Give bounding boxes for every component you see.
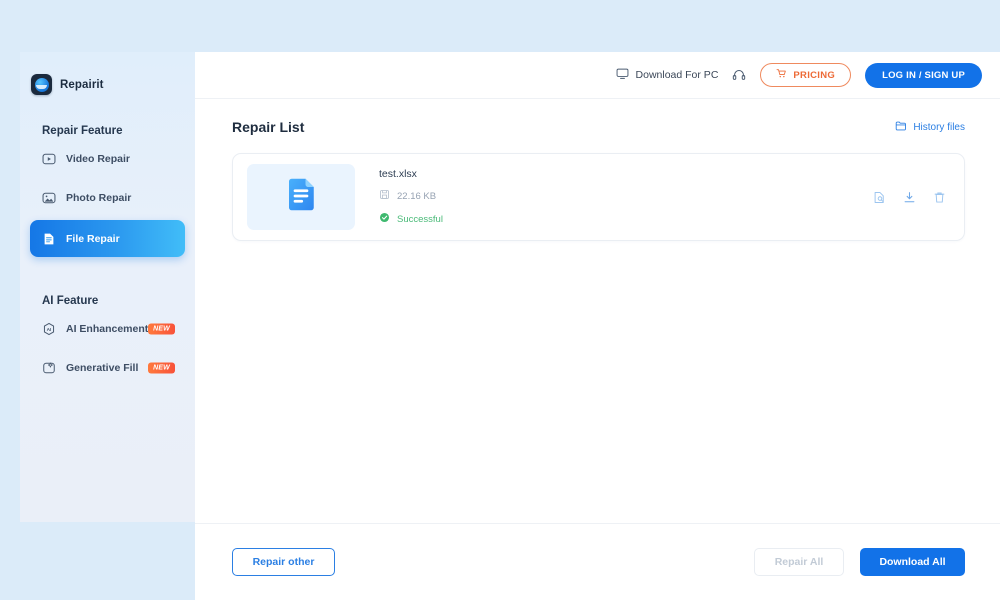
- folder-icon: [895, 120, 907, 135]
- sidebar-item-label: File Repair: [66, 232, 120, 245]
- download-icon[interactable]: [903, 191, 916, 204]
- video-play-icon: [42, 152, 56, 166]
- svg-text:AI: AI: [47, 327, 52, 333]
- file-size: 22.16 KB: [397, 190, 437, 202]
- sidebar-section-title-repair: Repair Feature: [42, 125, 123, 137]
- new-badge: NEW: [148, 323, 175, 335]
- sidebar-item-label: AI Enhancement: [66, 323, 149, 335]
- login-signup-button[interactable]: LOG IN / SIGN UP: [865, 62, 982, 88]
- file-status-row: Successful: [379, 212, 443, 226]
- topbar: Download For PC PRICING LOG IN / SIGN UP: [195, 52, 1000, 99]
- download-for-pc-link[interactable]: Download For PC: [616, 67, 719, 83]
- sidebar-item-video-repair[interactable]: Video Repair: [30, 142, 185, 176]
- sidebar-item-generative-fill[interactable]: Generative Fill NEW: [30, 351, 185, 385]
- file-list-item: test.xlsx 22.16 KB Successful: [232, 153, 965, 241]
- sidebar-item-label: Photo Repair: [66, 192, 132, 204]
- file-size-row: 22.16 KB: [379, 189, 443, 203]
- shopping-cart-icon: [776, 68, 787, 82]
- history-files-label: History files: [913, 121, 965, 133]
- file-details: test.xlsx 22.16 KB Successful: [379, 168, 443, 226]
- repairit-logo-icon: [31, 74, 52, 95]
- file-name: test.xlsx: [379, 168, 417, 180]
- file-preview-icon[interactable]: [873, 191, 886, 204]
- app-window: Repairit Repair Feature Video Repair Pho…: [20, 52, 1000, 600]
- repair-all-button[interactable]: Repair All: [754, 548, 844, 576]
- history-files-link[interactable]: History files: [895, 120, 965, 135]
- document-file-icon: [42, 232, 56, 246]
- generative-fill-icon: [42, 361, 56, 375]
- sidebar-item-label: Video Repair: [66, 153, 130, 165]
- status-badge: Successful: [397, 213, 443, 225]
- sidebar-section-title-ai: AI Feature: [42, 295, 99, 307]
- file-thumbnail: [247, 164, 355, 230]
- pricing-label: PRICING: [793, 69, 836, 81]
- sidebar: Repairit Repair Feature Video Repair Pho…: [20, 52, 195, 522]
- footer-actions: Repair other Repair All Download All: [195, 523, 1000, 600]
- check-circle-icon: [379, 212, 390, 226]
- sidebar-item-ai-enhancement[interactable]: AI AI Enhancement NEW: [30, 312, 185, 346]
- new-badge: NEW: [148, 362, 175, 374]
- page-title: Repair List: [232, 119, 305, 135]
- photo-image-icon: [42, 191, 56, 205]
- brand-name: Repairit: [60, 78, 104, 91]
- file-actions: [873, 191, 946, 204]
- trash-icon[interactable]: [933, 191, 946, 204]
- repair-other-button[interactable]: Repair other: [232, 548, 335, 576]
- sidebar-item-photo-repair[interactable]: Photo Repair: [30, 181, 185, 215]
- file-save-icon: [379, 189, 390, 203]
- main-panel: Download For PC PRICING LOG IN / SIGN UP…: [195, 52, 1000, 600]
- headset-icon[interactable]: [732, 68, 746, 82]
- content-area: Repair List History files test.xlsx 22.1…: [195, 99, 1000, 523]
- sidebar-item-file-repair[interactable]: File Repair: [30, 220, 185, 257]
- sidebar-item-label: Generative Fill: [66, 362, 139, 374]
- monitor-icon: [616, 67, 629, 83]
- download-all-button[interactable]: Download All: [860, 548, 965, 576]
- brand-logo: Repairit: [20, 68, 195, 95]
- download-for-pc-label: Download For PC: [635, 69, 719, 81]
- pricing-button[interactable]: PRICING: [760, 63, 852, 87]
- content-header: Repair List History files: [232, 119, 965, 135]
- xlsx-document-icon: [286, 178, 316, 216]
- ai-hexagon-icon: AI: [42, 322, 56, 336]
